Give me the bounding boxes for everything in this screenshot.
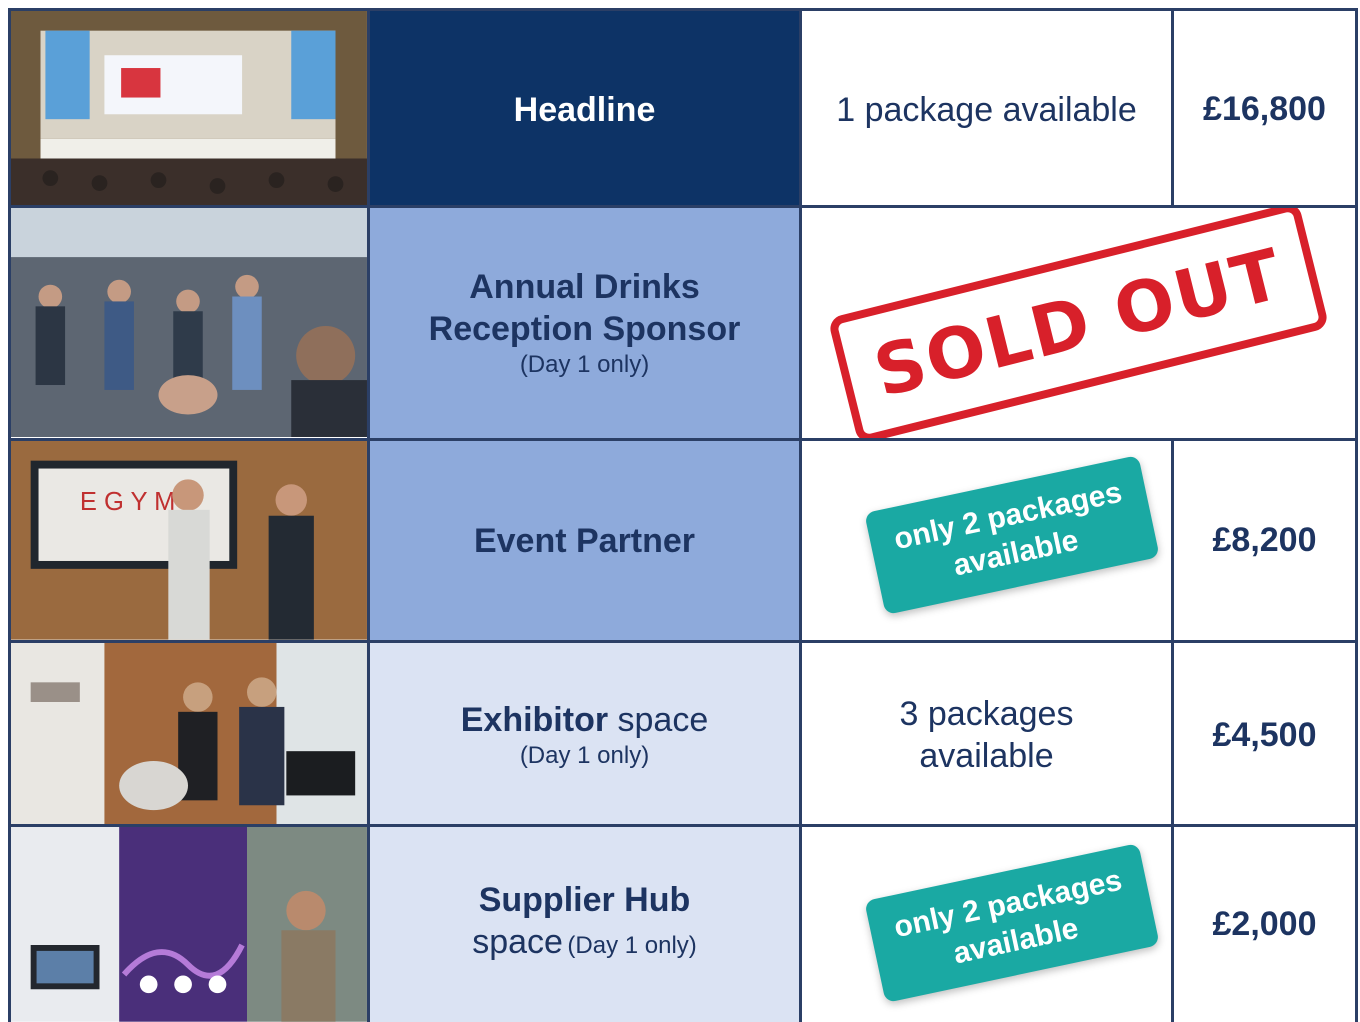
table-row: Headline 1 package available £16,800: [8, 8, 1358, 208]
package-name: Supplier Hub: [478, 881, 691, 919]
sold-out-stamp: SOLD OUT: [827, 208, 1330, 438]
price: £4,500: [1212, 715, 1317, 754]
package-name-suffix: space: [608, 701, 709, 739]
availability-cell: 3 packages available: [802, 643, 1174, 827]
table-row: Supplier Hub space (Day 1 only) only 2 p…: [8, 824, 1358, 1022]
price-cell: £2,000: [1174, 827, 1358, 1022]
package-name: Event Partner: [473, 521, 696, 560]
photo-event-partner: E G Y M: [8, 441, 370, 640]
photo-exhibitor-stand: [8, 643, 370, 827]
availability-cell: only 2 packages available: [802, 827, 1174, 1022]
package-name-cell: Event Partner: [370, 441, 802, 640]
table-row: Exhibitor space (Day 1 only) 3 packages …: [8, 640, 1358, 827]
availability-badge: only 2 packages available: [864, 843, 1160, 1003]
price: £2,000: [1212, 905, 1317, 943]
package-name: Exhibitor: [460, 701, 609, 739]
photo-supplier-hub: [8, 827, 370, 1022]
package-name-cell: Headline: [370, 11, 802, 208]
sold-out-cell: SOLD OUT: [802, 208, 1358, 438]
availability-badge: only 2 packages available: [864, 455, 1160, 615]
sponsorship-packages-table: Headline 1 package available £16,800 Ann…: [8, 8, 1358, 1022]
price-cell: £8,200: [1174, 441, 1358, 640]
price: £16,800: [1203, 90, 1326, 128]
package-name-suffix: space: [472, 923, 563, 961]
photo-conference-hall: [8, 11, 370, 208]
package-note: (Day 1 only): [519, 742, 650, 769]
package-name-cell: Exhibitor space (Day 1 only): [370, 643, 802, 827]
package-name-cell: Supplier Hub space (Day 1 only): [370, 827, 802, 1022]
price: £8,200: [1212, 521, 1317, 559]
package-name: Headline: [513, 90, 656, 129]
price-cell: £16,800: [1174, 11, 1358, 208]
package-note: (Day 1 only): [567, 932, 697, 959]
price-cell: £4,500: [1174, 643, 1358, 827]
availability-cell: 1 package available: [802, 11, 1174, 208]
availability-text: 1 package available: [836, 90, 1137, 129]
table-row: E G Y M Event Partner only 2 packages av…: [8, 438, 1358, 640]
package-name: Annual Drinks Reception Sponsor: [428, 268, 741, 348]
svg-text:E G Y M: E G Y M: [80, 488, 176, 516]
package-name-cell: Annual Drinks Reception Sponsor (Day 1 o…: [370, 208, 802, 438]
availability-cell: only 2 packages available: [802, 441, 1174, 640]
photo-drinks-reception: [8, 208, 370, 438]
table-row: Annual Drinks Reception Sponsor (Day 1 o…: [8, 205, 1358, 438]
package-note: (Day 1 only): [519, 351, 650, 378]
availability-text: 3 packages available: [899, 695, 1074, 775]
